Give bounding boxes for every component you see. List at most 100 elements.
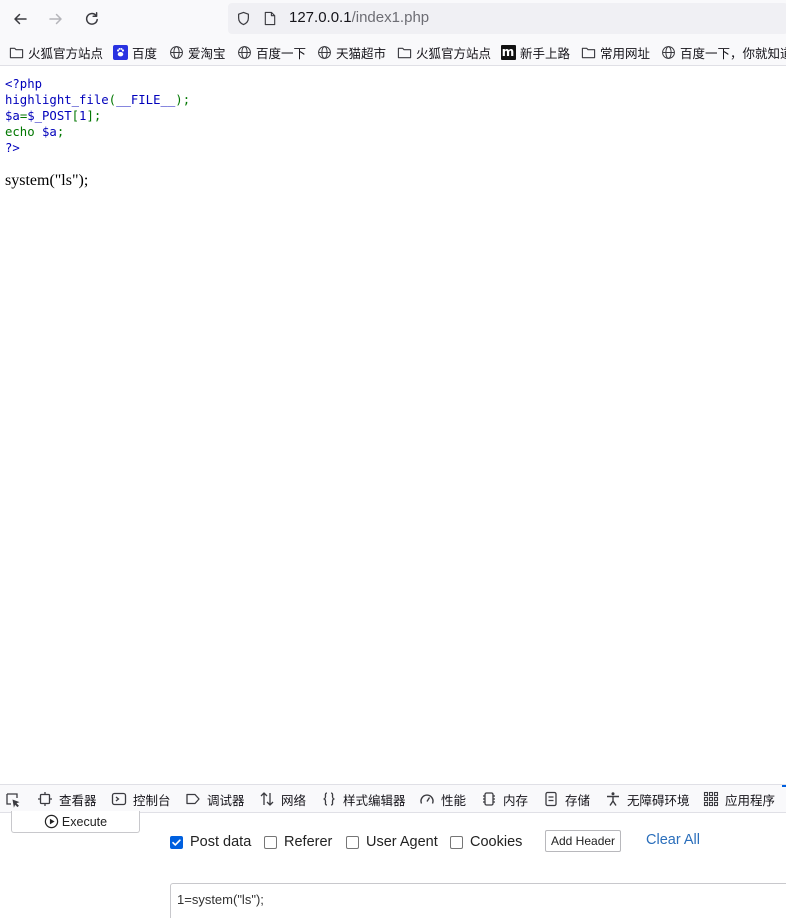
- url-path: /index1.php: [351, 9, 430, 26]
- page-icon[interactable]: [263, 11, 277, 26]
- tab-label: 性能: [441, 792, 467, 808]
- clear-all-link[interactable]: Clear All: [646, 832, 700, 848]
- url-text[interactable]: 127.0.0.1/index1.php: [289, 9, 429, 26]
- user-agent-label: User Agent: [366, 834, 438, 850]
- forward-button[interactable]: [44, 7, 68, 31]
- tab-label: 样式编辑器: [343, 792, 406, 808]
- bookmark-common-sites[interactable]: 常用网址: [580, 43, 650, 61]
- debugger-icon: [186, 793, 200, 805]
- tab-accessibility[interactable]: 无障碍环境: [605, 785, 690, 813]
- tab-label: 应用程序: [725, 792, 776, 808]
- code-punct: [: [71, 109, 80, 123]
- back-button[interactable]: [8, 7, 32, 31]
- code-superglobal: $_POST: [27, 109, 72, 123]
- bookmark-firefox-official[interactable]: 火狐官方站点: [8, 43, 103, 61]
- code-line-4: echo $a;: [5, 124, 190, 140]
- bookmark-label: 百度一下: [256, 45, 307, 61]
- referer-option[interactable]: Referer: [264, 833, 332, 851]
- bookmark-firefox-official-2[interactable]: 火狐官方站点: [396, 43, 491, 61]
- globe-icon: [316, 44, 332, 60]
- execute-button[interactable]: Execute: [11, 811, 140, 833]
- code-keyword: echo: [5, 125, 43, 139]
- play-circle-icon: [44, 814, 59, 829]
- tab-network[interactable]: 网络: [259, 785, 306, 813]
- inspector-icon: [38, 792, 52, 806]
- code-line-2: highlight_file(__FILE__);: [5, 92, 190, 108]
- bookmark-baidu-home[interactable]: 百度一下，你就知道: [660, 43, 786, 61]
- code-variable: $a: [42, 125, 57, 139]
- php-open-tag: <?php: [5, 77, 43, 91]
- code-line-1: <?php: [5, 76, 190, 92]
- bookmark-label: 爱淘宝: [188, 45, 226, 61]
- code-line-5: ?>: [5, 140, 190, 156]
- globe-icon: [168, 44, 184, 60]
- user-agent-option[interactable]: User Agent: [346, 833, 438, 851]
- tab-label: 调试器: [207, 792, 245, 808]
- storage-icon: [545, 791, 557, 807]
- baidu-paw-icon: [112, 44, 128, 60]
- bookmarks-toolbar: 火狐官方站点 百度 爱淘宝 百度一下 天猫超市 火狐官方站点 m 新手上路 常用…: [0, 38, 786, 66]
- tab-console[interactable]: 控制台: [111, 785, 171, 813]
- shield-icon[interactable]: [236, 11, 251, 26]
- console-icon: [111, 792, 127, 806]
- bookmark-baidu-search[interactable]: 百度一下: [236, 43, 306, 61]
- bookmark-tmall[interactable]: 天猫超市: [316, 43, 386, 61]
- tab-storage[interactable]: 存储: [543, 785, 590, 813]
- bookmark-getting-started[interactable]: m 新手上路: [500, 43, 570, 61]
- m-logo-icon: m: [500, 44, 516, 60]
- active-tab-indicator: [782, 785, 786, 787]
- code-punct: ;: [56, 125, 65, 139]
- post-data-label: Post data: [190, 834, 252, 850]
- gauge-icon: [420, 794, 434, 804]
- globe-icon: [660, 44, 676, 60]
- reload-button[interactable]: [80, 7, 104, 31]
- tab-performance[interactable]: 性能: [419, 785, 466, 813]
- bookmark-label: 天猫超市: [336, 45, 387, 61]
- bookmark-label: 火狐官方站点: [28, 45, 104, 61]
- forward-arrow-icon: [49, 13, 62, 25]
- cookies-label: Cookies: [470, 834, 523, 850]
- tab-inspector[interactable]: 查看器: [37, 785, 97, 813]
- back-arrow-icon: [14, 13, 27, 25]
- bookmark-baidu[interactable]: 百度: [112, 43, 157, 61]
- folder-icon: [396, 44, 412, 60]
- post-data-option[interactable]: Post data: [170, 833, 251, 851]
- bookmark-label: 百度一下，你就知道: [680, 45, 786, 61]
- code-function: highlight_file: [5, 93, 109, 107]
- braces-icon: [323, 792, 335, 806]
- bookmark-label: 百度: [132, 45, 158, 61]
- code-punct: ];: [86, 109, 102, 123]
- element-picker-icon[interactable]: [4, 791, 22, 809]
- tab-label: 网络: [281, 792, 307, 808]
- tab-memory[interactable]: 内存: [481, 785, 528, 813]
- tab-label: 控制台: [133, 792, 171, 808]
- reload-icon: [85, 12, 98, 25]
- tab-label: 存储: [565, 792, 591, 808]
- cookies-checkbox[interactable]: [450, 835, 463, 849]
- folder-icon: [580, 44, 596, 60]
- code-variable: $a: [5, 109, 20, 123]
- devtools-toolbar: 查看器 控制台 调试器 网络 样式编辑器 性能 内存 存储 无障碍环境 应用程序: [0, 784, 786, 813]
- echo-output: system("ls");: [5, 172, 89, 189]
- code-punct: );: [175, 93, 191, 107]
- post-data-input[interactable]: 1=system("ls");: [170, 883, 786, 918]
- post-data-checkbox[interactable]: [170, 835, 183, 849]
- bookmark-aitaobao[interactable]: 爱淘宝: [168, 43, 226, 61]
- add-header-button[interactable]: Add Header: [545, 830, 622, 852]
- bookmark-label: 常用网址: [600, 45, 651, 61]
- cookies-option[interactable]: Cookies: [450, 833, 522, 851]
- globe-icon: [236, 44, 252, 60]
- navigation-toolbar: 127.0.0.1/index1.php: [0, 0, 786, 38]
- app-grid-icon: [703, 791, 719, 807]
- tab-application[interactable]: 应用程序: [703, 785, 775, 813]
- code-punct: (: [108, 93, 117, 107]
- tab-style-editor[interactable]: 样式编辑器: [321, 785, 406, 813]
- code-line-3: $a=$_POST[1];: [5, 108, 190, 124]
- url-host: 127.0.0.1: [289, 9, 352, 26]
- referer-checkbox[interactable]: [264, 835, 277, 849]
- user-agent-checkbox[interactable]: [346, 835, 359, 849]
- code-constant: __FILE__: [116, 93, 176, 107]
- tab-debugger[interactable]: 调试器: [185, 785, 245, 813]
- address-bar[interactable]: 127.0.0.1/index1.php: [228, 3, 786, 34]
- folder-icon: [8, 44, 24, 60]
